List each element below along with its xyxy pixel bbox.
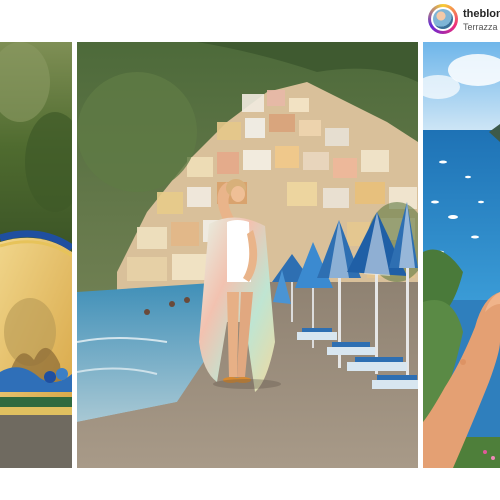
avatar[interactable] (428, 4, 458, 34)
right-photo[interactable] (423, 42, 500, 468)
sea-scene-illustration (423, 42, 500, 468)
main-photo[interactable] (77, 42, 418, 468)
post-header: theblon Terrazza (428, 4, 500, 36)
location-label[interactable]: Terrazza (463, 22, 498, 32)
beach-scene-illustration (77, 42, 418, 468)
profile-photo-icon (433, 9, 453, 29)
tile-bench-illustration (0, 42, 72, 468)
username[interactable]: theblon (463, 8, 500, 20)
left-photo[interactable] (0, 42, 72, 468)
